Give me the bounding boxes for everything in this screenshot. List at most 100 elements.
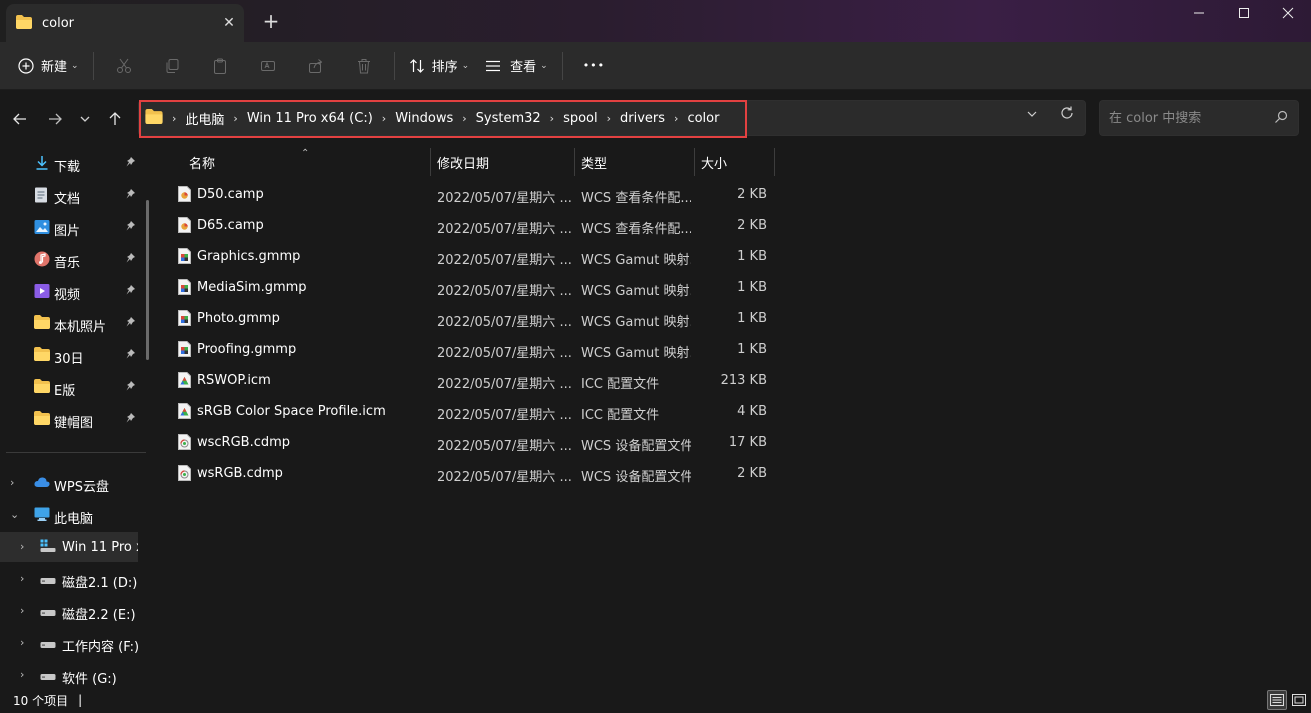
file-row[interactable]: wscRGB.cdmp2022/05/07/星期六 ...WCS 设备配置文件1…: [178, 427, 778, 458]
close-tab-icon[interactable]: ✕: [214, 15, 244, 31]
chevron-down-icon: ⌄: [540, 61, 548, 71]
navigation-pane: 下载 文档 图片 音乐 视频 本机照片: [0, 148, 157, 687]
breadcrumb-drivers[interactable]: drivers: [620, 111, 665, 126]
sidebar-item-keycap-images[interactable]: 键帽图: [0, 404, 148, 434]
file-name: Photo.gmmp: [197, 311, 432, 326]
file-row[interactable]: Photo.gmmp2022/05/07/星期六 ...WCS Gamut 映射…: [178, 303, 778, 334]
column-header-size[interactable]: 大小: [701, 148, 727, 176]
details-view-icon[interactable]: [1267, 690, 1287, 710]
sort-label: 排序: [432, 56, 458, 75]
more-options-icon[interactable]: •••: [569, 49, 619, 83]
sidebar-item-documents[interactable]: 文档: [0, 180, 148, 210]
refresh-icon[interactable]: [1060, 106, 1074, 124]
file-row[interactable]: wsRGB.cdmp2022/05/07/星期六 ...WCS 设备配置文件2 …: [178, 458, 778, 489]
column-header-date[interactable]: 修改日期: [437, 148, 489, 176]
breadcrumb-spool[interactable]: spool: [563, 111, 598, 126]
navigation-row: › 此电脑 › Win 11 Pro x64 (C:) › Windows › …: [0, 90, 1311, 148]
address-bar[interactable]: › 此电脑 › Win 11 Pro x64 (C:) › Windows › …: [138, 100, 1086, 136]
column-divider[interactable]: [774, 148, 775, 176]
new-button[interactable]: 新建 ⌄: [10, 49, 87, 83]
large-icons-view-icon[interactable]: [1289, 690, 1309, 710]
chevron-right-icon[interactable]: ›: [20, 636, 24, 649]
file-row[interactable]: sRGB Color Space Profile.icm2022/05/07/星…: [178, 396, 778, 427]
share-button[interactable]: [292, 49, 340, 83]
file-type: ICC 配置文件: [581, 404, 691, 423]
chevron-right-icon[interactable]: ›: [10, 476, 14, 489]
breadcrumb-chevron-icon: ›: [462, 112, 466, 125]
chevron-right-icon[interactable]: ›: [20, 540, 24, 553]
breadcrumb-this-pc[interactable]: 此电脑: [185, 109, 224, 128]
sidebar-item-downloads[interactable]: 下载: [0, 148, 148, 178]
sidebar-item-30-day[interactable]: 30日: [0, 340, 148, 370]
sidebar-item-label: 工作内容 (F:): [62, 636, 139, 655]
command-bar: 新建 ⌄ 排序 ⌄ 查看 ⌄ •••: [0, 42, 1311, 90]
sidebar-item-c-drive[interactable]: › Win 11 Pro x64 (C:): [0, 532, 138, 562]
pictures-icon: [34, 219, 50, 238]
breadcrumb-c-drive[interactable]: Win 11 Pro x64 (C:): [247, 111, 373, 126]
file-size: 4 KB: [687, 404, 767, 419]
search-icon[interactable]: [1274, 110, 1288, 127]
sidebar-item-e-drive[interactable]: › 磁盘2.2 (E:): [0, 596, 148, 626]
sidebar-item-label: 软件 (G:): [62, 668, 117, 687]
close-window-button[interactable]: [1265, 0, 1311, 26]
up-arrow-icon[interactable]: [103, 107, 127, 131]
maximize-button[interactable]: [1221, 0, 1267, 26]
file-type: WCS Gamut 映射...: [581, 249, 691, 268]
sidebar-item-music[interactable]: 音乐: [0, 244, 148, 274]
file-size: 17 KB: [687, 435, 767, 450]
copy-button[interactable]: [148, 49, 196, 83]
sidebar-item-g-drive[interactable]: › 软件 (G:): [0, 660, 148, 690]
forward-arrow-icon[interactable]: [43, 107, 67, 131]
breadcrumb-color[interactable]: color: [687, 111, 719, 126]
chevron-right-icon[interactable]: ›: [20, 604, 24, 617]
breadcrumb-system32[interactable]: System32: [476, 111, 541, 126]
status-bar: 10 个项目 |: [0, 687, 1311, 713]
sidebar-item-f-drive[interactable]: › 工作内容 (F:): [0, 628, 148, 658]
cut-button[interactable]: [100, 49, 148, 83]
search-box[interactable]: [1099, 100, 1299, 136]
sort-button[interactable]: 排序 ⌄: [401, 49, 478, 83]
minimize-button[interactable]: [1176, 0, 1222, 26]
chevron-down-icon[interactable]: ⌄: [10, 508, 19, 521]
pin-icon: [124, 380, 136, 395]
sidebar-item-pictures[interactable]: 图片: [0, 212, 148, 242]
address-history-chevron-icon[interactable]: [1026, 108, 1038, 123]
file-row[interactable]: RSWOP.icm2022/05/07/星期六 ...ICC 配置文件213 K…: [178, 365, 778, 396]
column-header-name[interactable]: 名称: [189, 148, 215, 176]
chevron-right-icon[interactable]: ›: [20, 572, 24, 585]
file-date: 2022/05/07/星期六 ...: [437, 342, 571, 361]
column-divider[interactable]: [574, 148, 575, 176]
new-tab-button[interactable]: +: [258, 8, 284, 34]
delete-button[interactable]: [340, 49, 388, 83]
file-row[interactable]: Proofing.gmmp2022/05/07/星期六 ...WCS Gamut…: [178, 334, 778, 365]
back-arrow-icon[interactable]: [8, 107, 32, 131]
file-row[interactable]: D65.camp2022/05/07/星期六 ...WCS 查看条件配...2 …: [178, 210, 778, 241]
column-header-type[interactable]: 类型: [581, 148, 607, 176]
sidebar-item-local-photos[interactable]: 本机照片: [0, 308, 148, 338]
sidebar-item-label: E版: [54, 380, 75, 399]
search-input[interactable]: [1100, 101, 1270, 135]
view-button[interactable]: 查看 ⌄: [477, 49, 556, 83]
folder-icon: [34, 347, 50, 364]
sidebar-item-this-pc[interactable]: ⌄ 此电脑: [0, 500, 148, 530]
camp-file-icon: [178, 186, 191, 205]
breadcrumb-chevron-icon: ›: [550, 112, 554, 125]
chevron-down-icon: ⌄: [462, 61, 470, 71]
file-row[interactable]: MediaSim.gmmp2022/05/07/星期六 ...WCS Gamut…: [178, 272, 778, 303]
breadcrumb-windows[interactable]: Windows: [395, 111, 453, 126]
tab-color[interactable]: color ✕: [6, 4, 244, 42]
sidebar-item-videos[interactable]: 视频: [0, 276, 148, 306]
sidebar-item-d-drive[interactable]: › 磁盘2.1 (D:): [0, 564, 148, 594]
column-divider[interactable]: [430, 148, 431, 176]
file-name: sRGB Color Space Profile.icm: [197, 404, 432, 419]
recent-locations-chevron-icon[interactable]: [73, 107, 97, 131]
sidebar-item-wps-cloud[interactable]: › WPS云盘: [0, 468, 148, 498]
chevron-right-icon[interactable]: ›: [20, 668, 24, 681]
rename-button[interactable]: [244, 49, 292, 83]
file-row[interactable]: D50.camp2022/05/07/星期六 ...WCS 查看条件配...2 …: [178, 179, 778, 210]
column-divider[interactable]: [694, 148, 695, 176]
sidebar-item-e-edition[interactable]: E版: [0, 372, 148, 402]
document-icon: [34, 187, 48, 206]
paste-button[interactable]: [196, 49, 244, 83]
file-row[interactable]: Graphics.gmmp2022/05/07/星期六 ...WCS Gamut…: [178, 241, 778, 272]
